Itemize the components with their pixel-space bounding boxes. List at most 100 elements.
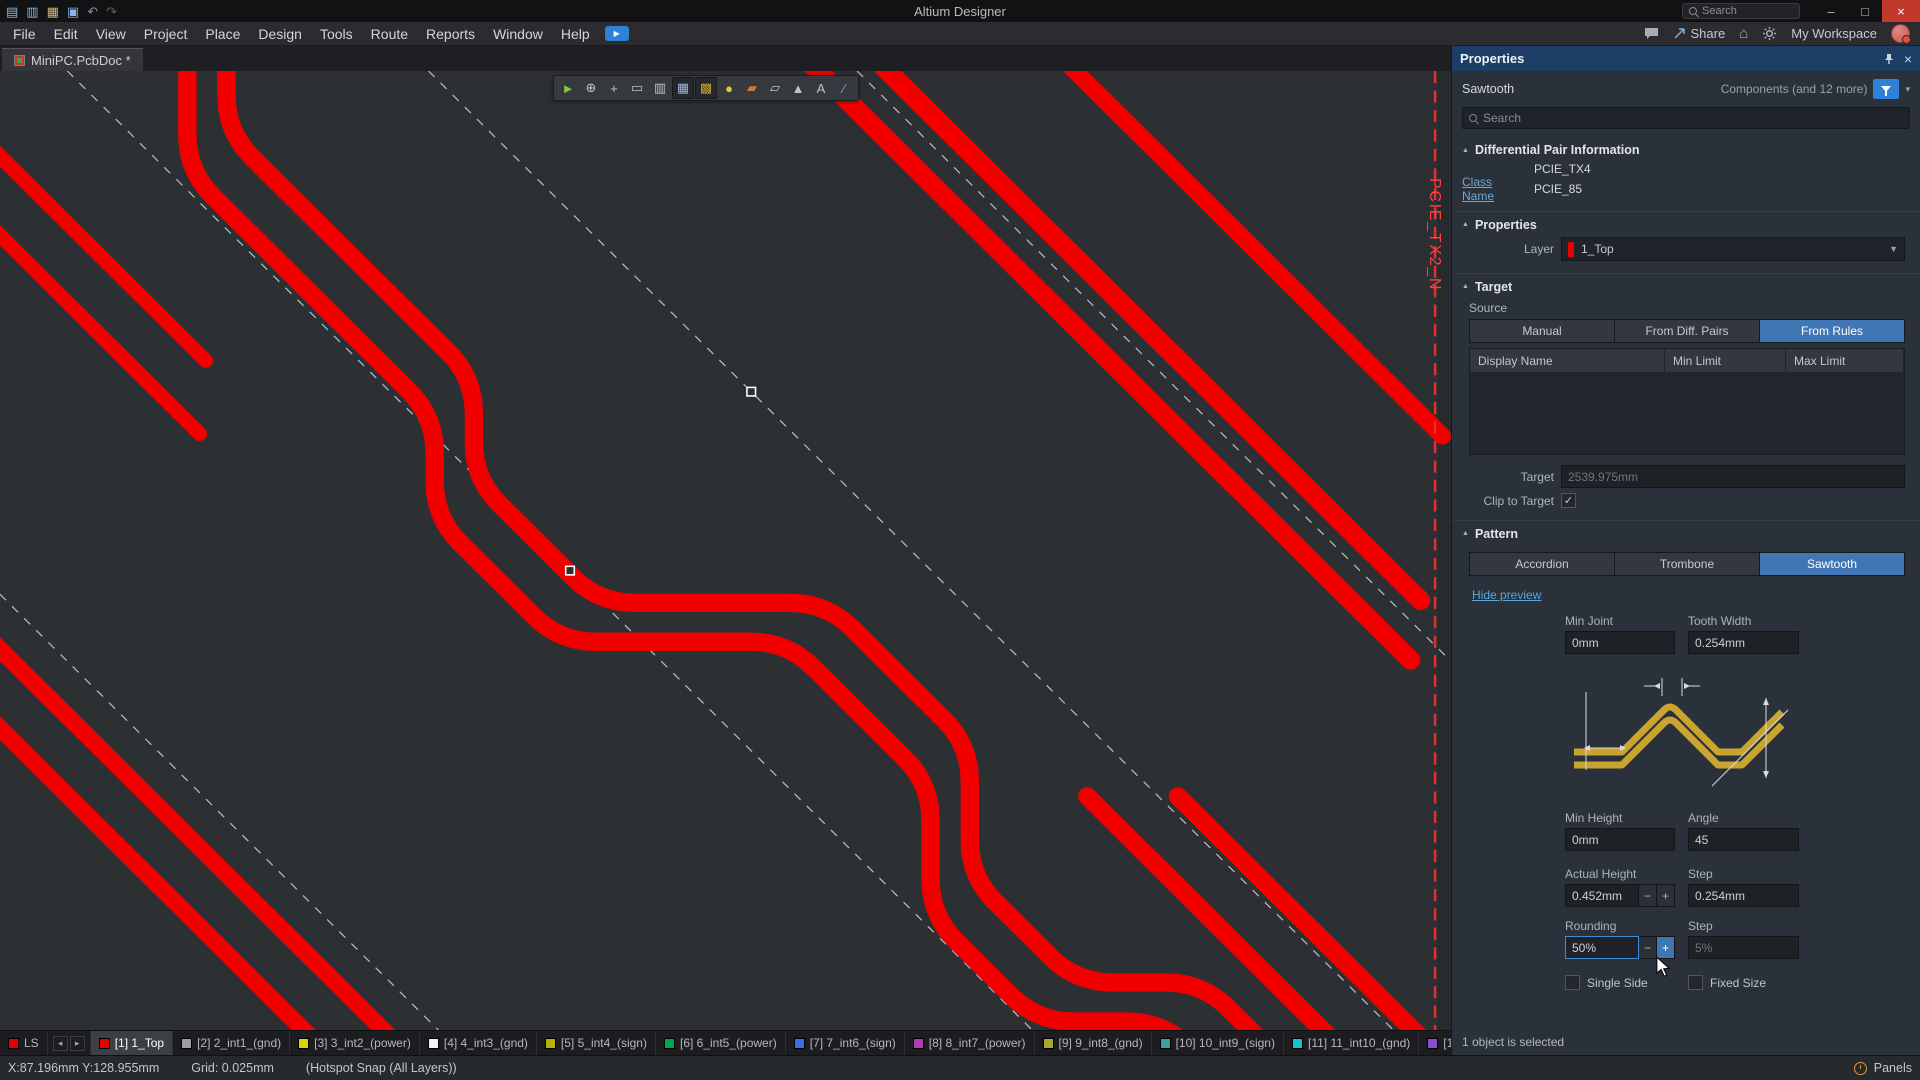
layer-tab-7-7-int6-sign[interactable]: [7] 7_int6_(sign) (786, 1031, 905, 1055)
min-joint-input[interactable] (1565, 631, 1675, 654)
license-badge-icon[interactable]: ▶ (605, 26, 629, 41)
column-header-display-name[interactable]: Display Name (1470, 349, 1665, 372)
actual-height-increment-button[interactable]: + (1657, 884, 1675, 907)
menu-help[interactable]: Help (552, 22, 599, 45)
maximize-button[interactable]: □ (1848, 0, 1882, 22)
angle-input[interactable] (1688, 828, 1799, 851)
scope-label[interactable]: Components (and 12 more) (1721, 82, 1868, 96)
source-option-from-diff-pairs[interactable]: From Diff. Pairs (1615, 320, 1760, 342)
clip-to-target-checkbox[interactable]: ✓ (1561, 493, 1576, 508)
layer-tab-3-3-int2-power[interactable]: [3] 3_int2_(power) (290, 1031, 420, 1055)
menu-edit[interactable]: Edit (45, 22, 87, 45)
document-tab[interactable]: MiniPC.PcbDoc * (2, 48, 143, 71)
open-document-icon[interactable]: ▥ (26, 5, 38, 18)
interactive-route-icon[interactable]: ► (557, 77, 579, 99)
menu-route[interactable]: Route (362, 22, 417, 45)
snap-point-icon[interactable]: ⊕ (580, 77, 602, 99)
target-length-input[interactable] (1561, 465, 1905, 488)
tooth-width-input[interactable] (1688, 631, 1799, 654)
menu-view[interactable]: View (87, 22, 135, 45)
actual-height-input[interactable] (1565, 884, 1639, 907)
section-diff-pair-header[interactable]: ▲ Differential Pair Information (1452, 137, 1920, 159)
rounding-decrement-button[interactable]: − (1639, 936, 1657, 959)
home-icon[interactable]: ⌂ (1739, 26, 1748, 41)
layer-tab-1-1-top[interactable]: [1] 1_Top (91, 1031, 173, 1055)
hide-preview-link[interactable]: Hide preview (1472, 588, 1541, 602)
layer-scroll-right-button[interactable]: ▸ (70, 1036, 85, 1051)
trace-segment[interactable] (793, 71, 1410, 660)
layer-dropdown[interactable]: 1_Top ▼ (1561, 237, 1905, 261)
layer-sets-button[interactable]: LS (0, 1031, 48, 1055)
minimize-button[interactable]: – (1814, 0, 1848, 22)
layer-tab-8-8-int7-power[interactable]: [8] 8_int7_(power) (905, 1031, 1035, 1055)
filter-button[interactable] (1873, 79, 1899, 99)
line-tool-icon[interactable]: ∕ (833, 77, 855, 99)
pattern-option-sawtooth[interactable]: Sawtooth (1760, 553, 1904, 575)
menu-file[interactable]: File (4, 22, 45, 45)
menu-window[interactable]: Window (484, 22, 552, 45)
trace-segment[interactable] (1051, 71, 1443, 436)
source-option-from-rules[interactable]: From Rules (1760, 320, 1904, 342)
settings-gear-icon[interactable] (1762, 26, 1777, 41)
snap-grid-icon[interactable]: ▦ (672, 77, 694, 99)
fixed-size-checkbox[interactable] (1688, 975, 1703, 990)
layer-tab-6-6-int5-power[interactable]: [6] 6_int5_(power) (656, 1031, 786, 1055)
class-name-label[interactable]: Class Name (1462, 175, 1524, 203)
string-tool-icon[interactable]: A (810, 77, 832, 99)
density-map-icon[interactable]: ▲ (787, 77, 809, 99)
layer-tab-2-2-int1-gnd[interactable]: [2] 2_int1_(gnd) (173, 1031, 290, 1055)
my-workspace-label[interactable]: My Workspace (1791, 26, 1877, 41)
menu-reports[interactable]: Reports (417, 22, 484, 45)
guide-line[interactable] (0, 582, 438, 1030)
redo-icon[interactable]: ↷ (106, 5, 117, 18)
section-pattern-header[interactable]: ▲ Pattern (1452, 520, 1920, 542)
pad-entry-icon[interactable]: ▰ (741, 77, 763, 99)
pcb-canvas[interactable]: PCIE_TX2_N ►⊕+▭▥▦▩●▰▱▲A∕ (0, 71, 1451, 1030)
layer-tab-5-5-int4-sign[interactable]: [5] 5_int4_(sign) (537, 1031, 656, 1055)
trace-segment[interactable] (0, 692, 328, 1030)
vertex-handle[interactable] (566, 566, 575, 575)
single-side-checkbox[interactable] (1565, 975, 1580, 990)
layer-tab-12-12-int11-sign[interactable]: [12] 12_int11_(sign) (1419, 1031, 1451, 1055)
move-icon[interactable]: + (603, 77, 625, 99)
limits-table-body[interactable] (1470, 372, 1904, 454)
guide-line[interactable] (416, 71, 1393, 1030)
board-grid-icon[interactable]: ▥ (649, 77, 671, 99)
menu-design[interactable]: Design (249, 22, 311, 45)
trace-segment[interactable] (0, 120, 206, 361)
panel-search-box[interactable]: Search (1462, 107, 1910, 129)
gradient-fill-icon[interactable]: ▱ (764, 77, 786, 99)
pattern-option-accordion[interactable]: Accordion (1470, 553, 1615, 575)
layer-tab-4-4-int3-gnd[interactable]: [4] 4_int3_(gnd) (420, 1031, 537, 1055)
layer-tab-11-11-int10-gnd[interactable]: [11] 11_int10_(gnd) (1284, 1031, 1419, 1055)
menu-tools[interactable]: Tools (311, 22, 362, 45)
rounding-increment-button[interactable]: + (1657, 936, 1675, 959)
layer-tab-9-9-int8-gnd[interactable]: [9] 9_int8_(gnd) (1035, 1031, 1152, 1055)
menu-place[interactable]: Place (196, 22, 249, 45)
panels-button[interactable]: Panels (1874, 1061, 1912, 1075)
scope-caret-icon[interactable]: ▾ (1905, 84, 1910, 95)
column-header-max-limit[interactable]: Max Limit (1786, 349, 1904, 372)
user-avatar[interactable] (1891, 24, 1910, 43)
global-search-box[interactable]: Search (1682, 3, 1800, 19)
section-target-header[interactable]: ▲ Target (1452, 273, 1920, 295)
vertex-handle[interactable] (747, 387, 756, 396)
pattern-option-trombone[interactable]: Trombone (1615, 553, 1760, 575)
room-icon[interactable]: ▭ (626, 77, 648, 99)
new-document-icon[interactable]: ▤ (6, 5, 18, 18)
layer-scroll-left-button[interactable]: ◂ (53, 1036, 68, 1051)
guide-manager-icon[interactable]: ▩ (695, 77, 717, 99)
open-project-icon[interactable]: ▦ (47, 5, 59, 18)
menu-project[interactable]: Project (135, 22, 197, 45)
hotspot-snap-icon[interactable]: ● (718, 77, 740, 99)
close-button[interactable]: × (1882, 0, 1920, 22)
layer-tab-10-10-int9-sign[interactable]: [10] 10_int9_(sign) (1152, 1031, 1284, 1055)
actual-height-decrement-button[interactable]: − (1639, 884, 1657, 907)
save-icon[interactable]: ▣ (67, 5, 79, 18)
diff-pair-trace-n[interactable] (187, 71, 1240, 1030)
step-input-1[interactable] (1688, 884, 1799, 907)
step-input-2[interactable] (1688, 936, 1799, 959)
diff-pair-trace-p[interactable] (227, 71, 1280, 1030)
section-properties-header[interactable]: ▲ Properties (1452, 211, 1920, 233)
pin-icon[interactable] (1883, 53, 1895, 65)
